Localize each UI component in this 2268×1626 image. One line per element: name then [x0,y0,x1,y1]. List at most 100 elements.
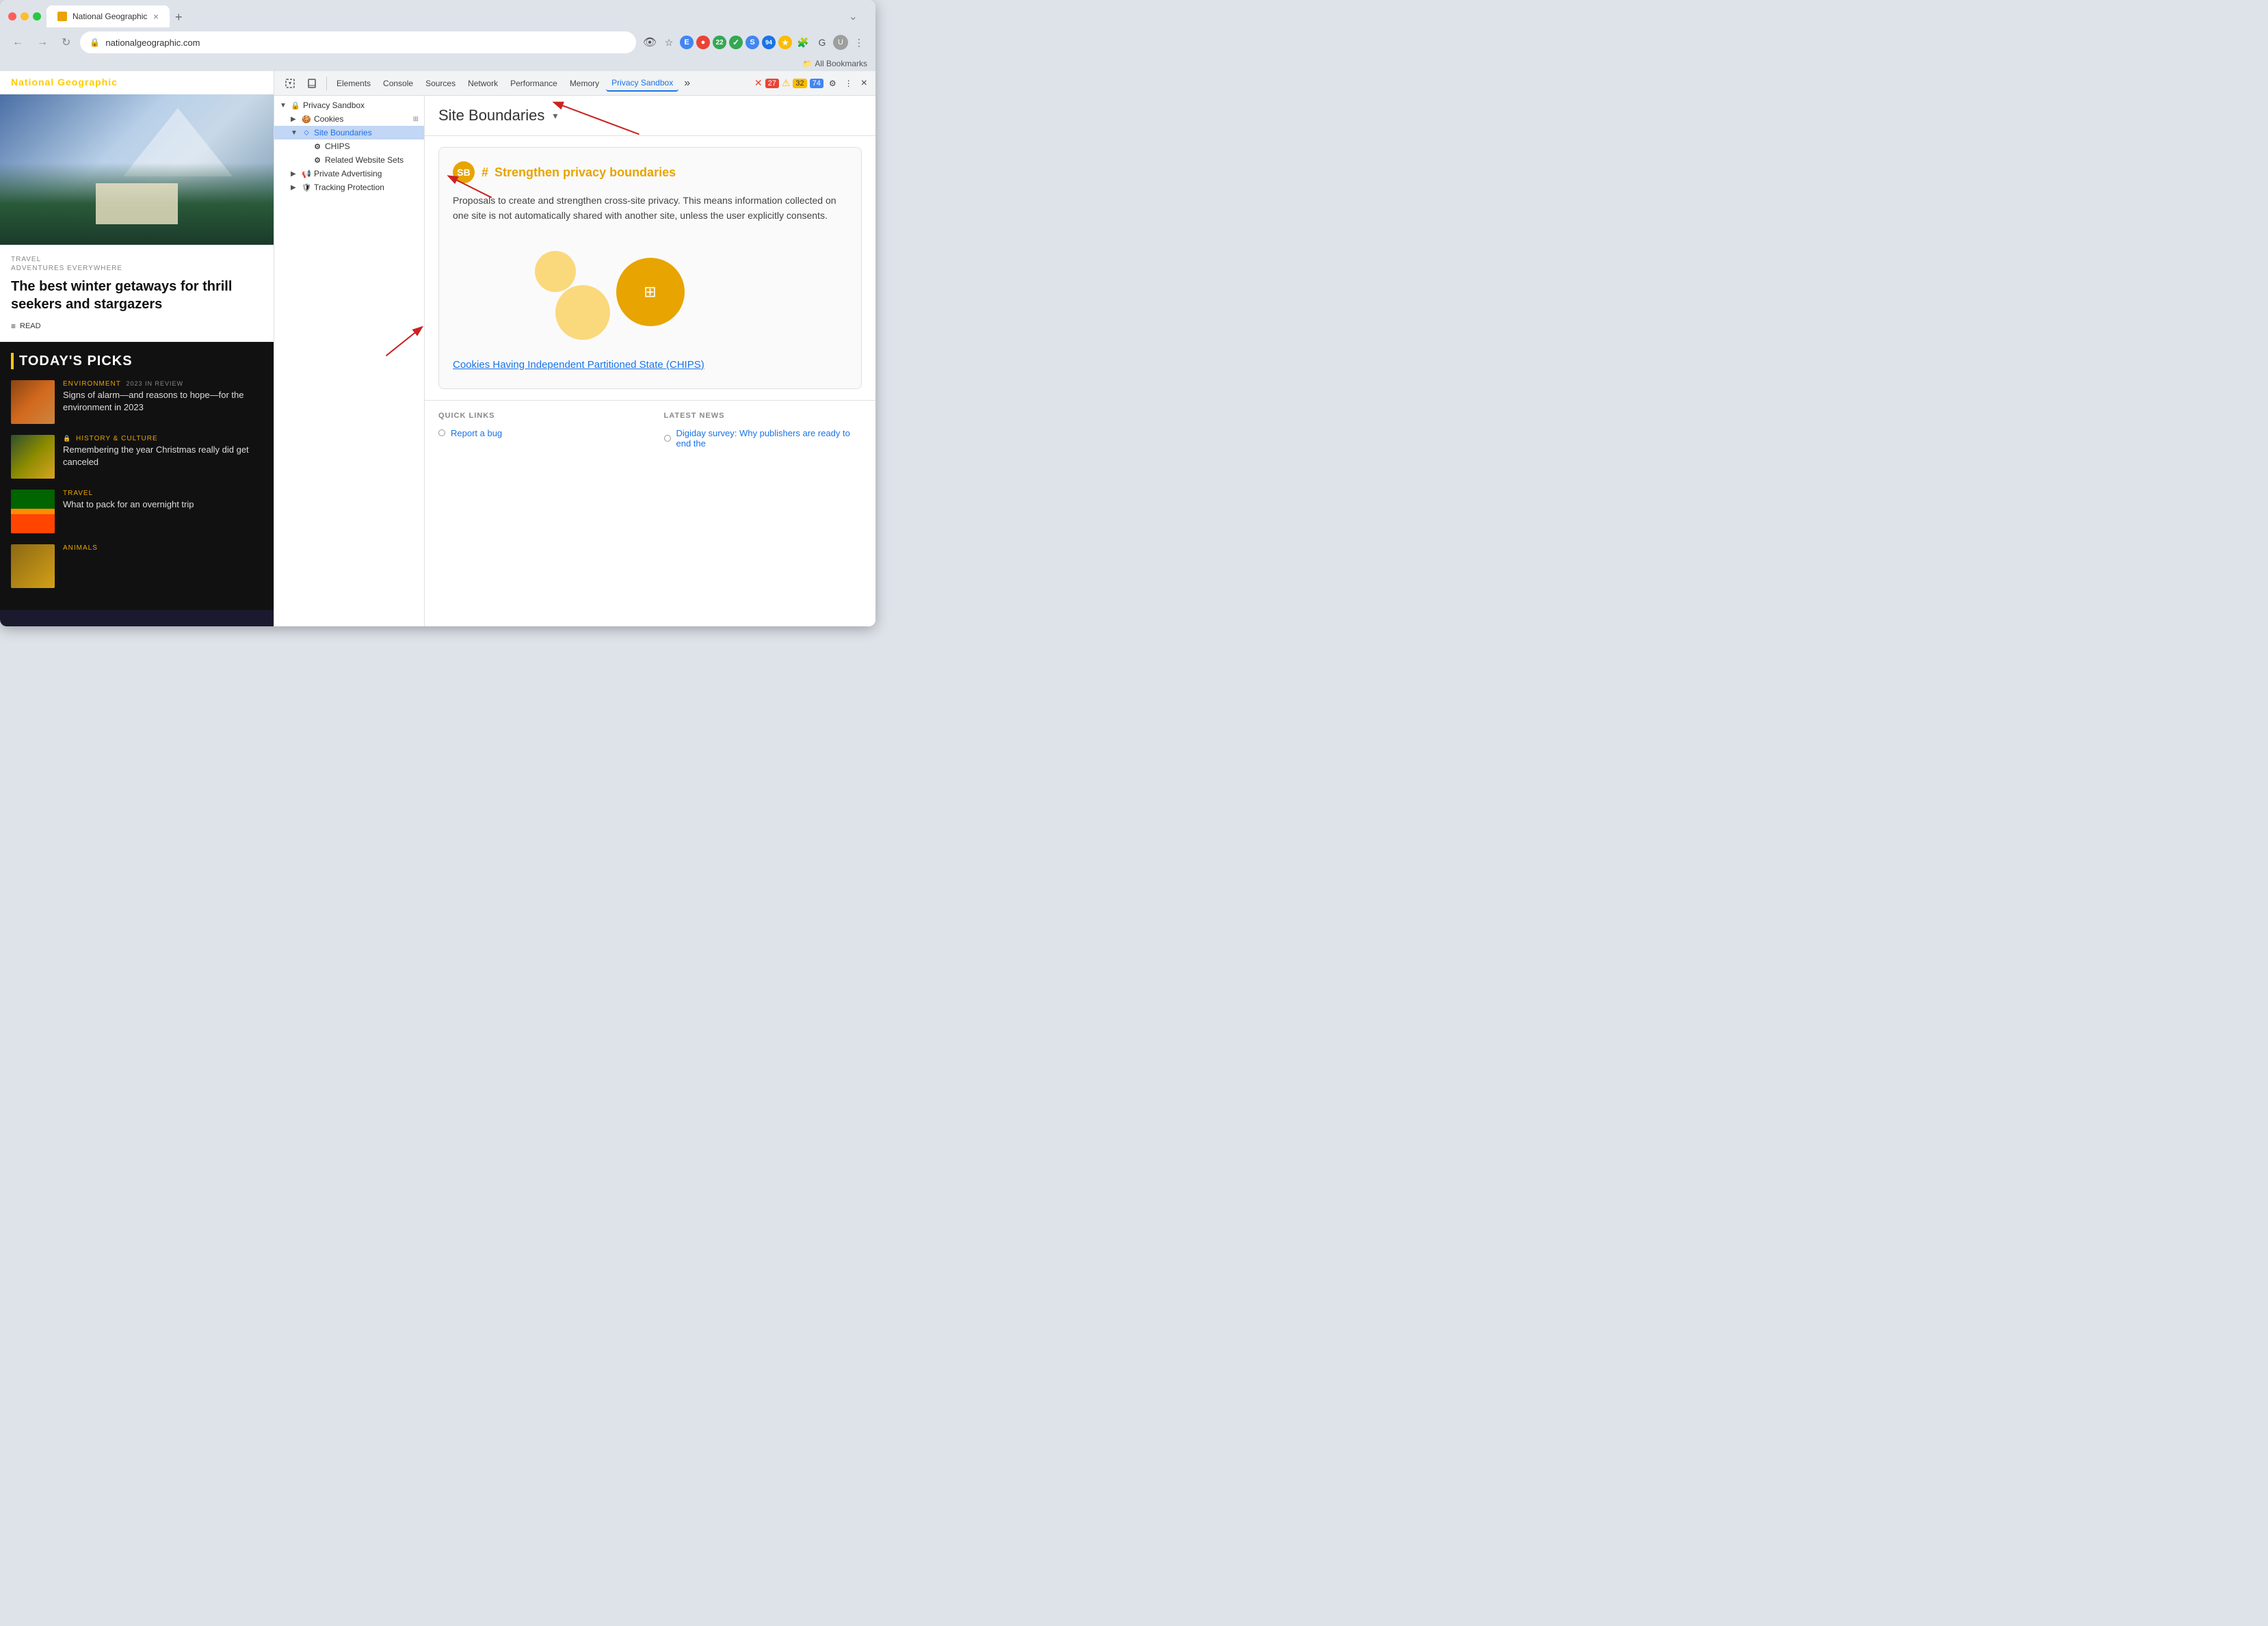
read-link[interactable]: ≡ READ [11,321,263,331]
picks-accent-bar [11,353,14,369]
devtools-settings-button[interactable]: ⚙ [826,76,839,91]
info-count-badge: 74 [810,79,823,88]
pick-thumbnail-hist [11,435,55,479]
devtools-device-tool[interactable] [302,76,322,91]
pick-content: ANIMALS [63,544,263,553]
circle-main: ⊞ [616,258,685,326]
tracking-protection-icon: 🛡 [302,183,311,192]
tab-performance[interactable]: Performance [505,76,563,91]
hero-building-decoration [96,183,178,224]
chevron-down-icon: ▼ [291,129,299,137]
window-controls [8,12,41,21]
profile-avatar[interactable]: U [833,35,848,50]
devtools-close-button[interactable]: × [858,75,870,92]
list-item[interactable]: TRAVEL What to pack for an overnight tri… [11,490,263,533]
list-item[interactable]: 🔒 HISTORY & CULTURE Remembering the year… [11,435,263,479]
extension-icon-check[interactable]: ✓ [729,36,743,49]
detail-header: Site Boundaries ▾ [425,96,875,136]
tab-bar: National Geographic × + [47,5,839,27]
pick-description: What to pack for an overnight trip [63,498,263,511]
back-button[interactable]: ← [8,34,27,51]
tab-privacy-sandbox[interactable]: Privacy Sandbox [606,75,678,92]
chevron-down-icon: ▼ [280,102,288,109]
reload-button[interactable]: ↻ [57,33,75,52]
more-tabs-button[interactable]: » [680,76,694,91]
new-tab-button[interactable]: + [170,8,188,27]
tab-close-button[interactable]: × [153,11,159,22]
forward-button[interactable]: → [33,34,52,51]
latest-news-column: LATEST NEWS Digiday survey: Why publishe… [664,412,862,454]
extension-icon-green[interactable]: 22 [713,36,726,49]
chips-link[interactable]: Cookies Having Independent Partitioned S… [453,358,847,372]
lock-icon: 🔒 [63,435,71,442]
tab-memory[interactable]: Memory [564,76,605,91]
profile-icon[interactable]: G [814,34,830,51]
extension-icon-red[interactable]: ● [696,36,710,49]
tree-item-related-website-sets[interactable]: ▶ ⚙ Related Website Sets [274,153,424,167]
tree-item-site-boundaries[interactable]: ▼ ⬦ Site Boundaries [274,126,424,139]
article-subtitle: ADVENTURES EVERYWHERE [11,265,263,272]
active-tab[interactable]: National Geographic × [47,5,170,27]
chevron-right-icon: ▶ [291,184,299,191]
maximize-window-button[interactable] [33,12,41,21]
devtools-right-icons: ✕ 27 ⚠ 32 74 ⚙ ⋮ × [754,75,870,92]
privacy-sandbox-icon: 🔒 [291,101,300,110]
card-header: SB # Strengthen privacy boundaries [453,161,847,183]
tree-item-private-advertising[interactable]: ▶ 📢 Private Advertising [274,167,424,181]
extension-icon-94[interactable]: 94 [762,36,776,49]
tree-item-chips[interactable]: ▶ ⚙ CHIPS [274,139,424,153]
article-title[interactable]: The best winter getaways for thrill seek… [11,278,263,313]
devtools-selector-tool[interactable] [280,76,300,91]
extension-icon-blue[interactable]: E [680,36,694,49]
tree-panel: ▼ 🔒 Privacy Sandbox ▶ 🍪 Cookies ⊞ [274,96,425,626]
tab-network[interactable]: Network [462,76,503,91]
tree-item-label: Private Advertising [314,169,382,178]
pick-description: Signs of alarm—and reasons to hope—for t… [63,389,263,414]
detail-panel-title: Site Boundaries [438,107,544,124]
pick-description: Remembering the year Christmas really di… [63,444,263,468]
extension-icon-yellow[interactable]: ★ [778,36,792,49]
eye-off-icon[interactable]: 👁 [642,34,658,51]
card-icon: SB [453,161,475,183]
card-body-text: Proposals to create and strengthen cross… [453,193,847,224]
fence-icon: ⊞ [644,283,656,301]
tree-item-tracking-protection[interactable]: ▶ 🛡 Tracking Protection [274,181,424,194]
minimize-window-button[interactable] [21,12,29,21]
expand-icon: ⊞ [413,116,419,123]
pick-category: ENVIRONMENT 2023 IN REVIEW [63,380,263,388]
device-icon [307,79,317,88]
tree-item-cookies[interactable]: ▶ 🍪 Cookies ⊞ [274,112,424,126]
devtools-more-button[interactable]: ⋮ [842,76,856,91]
nav-bar: ← → ↻ 🔒 nationalgeographic.com 👁 ☆ E ● 2… [0,27,875,57]
picks-header: TODAY'S PICKS [11,353,263,369]
list-item[interactable]: ENVIRONMENT 2023 IN REVIEW Signs of alar… [11,380,263,424]
extension-icon-shield[interactable]: S [746,36,759,49]
tree-item-privacy-sandbox[interactable]: ▼ 🔒 Privacy Sandbox [274,98,424,112]
article-tag: TRAVEL [11,256,263,263]
browser-window: National Geographic × + ⌄ ← → ↻ 🔒 nation… [0,0,875,626]
tree-item-label: CHIPS [325,142,350,151]
chevron-right-icon: ▶ [291,170,299,178]
list-item[interactable]: ANIMALS [11,544,263,588]
circle-decoration-1 [535,251,576,292]
more-options-button[interactable]: ⋮ [851,34,867,51]
tab-elements[interactable]: Elements [331,76,376,91]
title-bar: National Geographic × + ⌄ [0,0,875,27]
address-bar[interactable]: 🔒 nationalgeographic.com [80,31,636,53]
tab-sources[interactable]: Sources [420,76,461,91]
pick-thumbnail-env [11,380,55,424]
dropdown-icon[interactable]: ▾ [553,110,557,122]
devtools-toolbar: Elements Console Sources Network Perform… [274,71,875,96]
chevron-right-icon: ▶ [291,116,299,123]
tab-console[interactable]: Console [378,76,419,91]
bookmarks-label[interactable]: All Bookmarks [815,59,867,68]
close-window-button[interactable] [8,12,16,21]
browser-menu-button[interactable]: ⌄ [845,7,862,26]
quick-link-item[interactable]: Report a bug [438,428,637,438]
link-dot-icon [438,429,445,436]
quick-link-label: Report a bug [451,428,502,438]
puzzle-icon[interactable]: 🧩 [795,34,811,51]
news-link-item[interactable]: Digiday survey: Why publishers are ready… [664,428,862,449]
related-sets-icon: ⚙ [313,155,322,165]
bookmark-icon[interactable]: ☆ [661,34,677,51]
